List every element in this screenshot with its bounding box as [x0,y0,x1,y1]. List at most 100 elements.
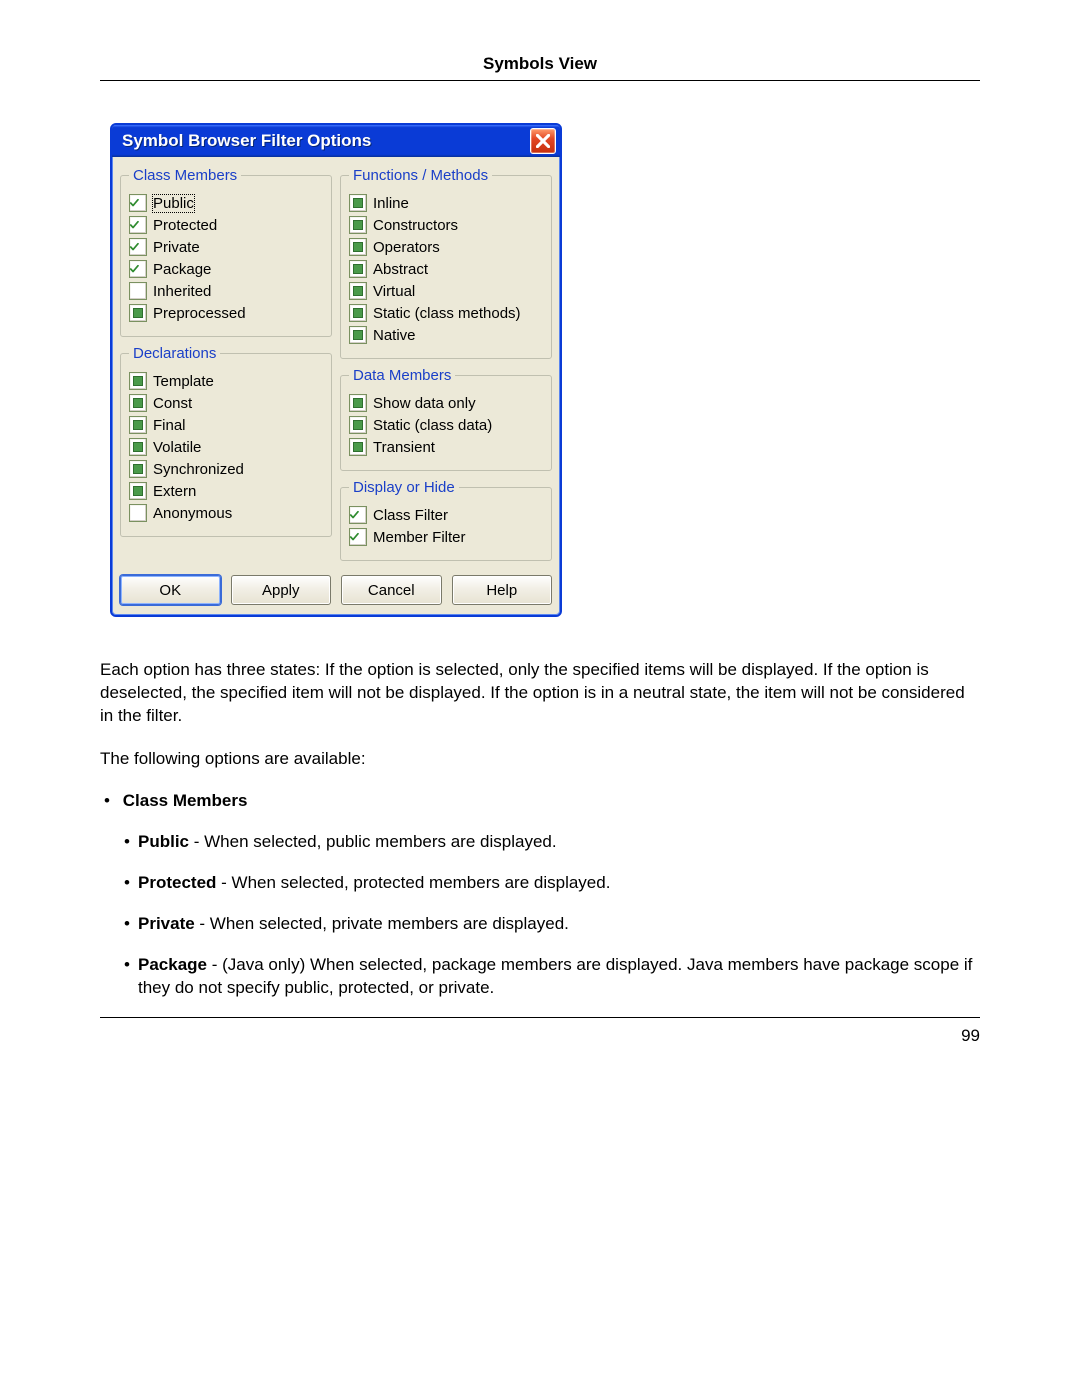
checkbox-template[interactable]: Template [129,372,323,390]
paragraph-intro: Each option has three states: If the opt… [100,659,980,728]
checkbox-label: Member Filter [373,529,466,546]
checkbox-box[interactable] [129,438,147,456]
checkbox-box[interactable] [349,194,367,212]
checkbox-box[interactable] [129,416,147,434]
options-list: Class Members Public - When selected, pu… [100,791,980,1000]
checkbox-box[interactable] [129,260,147,278]
term: Private [138,914,195,933]
checkbox-inherited[interactable]: Inherited [129,282,323,300]
checkbox-box[interactable] [129,394,147,412]
group-data-members: Data Members Show data only Static (class… [340,367,552,471]
checkbox-private[interactable]: Private [129,238,323,256]
checkbox-label: Operators [373,239,440,256]
checkbox-box[interactable] [129,482,147,500]
checkbox-volatile[interactable]: Volatile [129,438,323,456]
checkbox-show-data-only[interactable]: Show data only [349,394,543,412]
page-header: Symbols View [100,54,980,81]
group-legend: Declarations [129,345,220,362]
checkbox-anonymous[interactable]: Anonymous [129,504,323,522]
page-footer: 99 [100,1017,980,1046]
checkbox-label: Template [153,373,214,390]
checkbox-native[interactable]: Native [349,326,543,344]
checkbox-preprocessed[interactable]: Preprocessed [129,304,323,322]
close-button[interactable] [530,128,556,154]
dialog-title: Symbol Browser Filter Options [122,131,371,151]
checkbox-member-filter[interactable]: Member Filter [349,528,543,546]
checkbox-box[interactable] [129,504,147,522]
checkbox-box[interactable] [349,394,367,412]
checkbox-label: Final [153,417,186,434]
checkbox-operators[interactable]: Operators [349,238,543,256]
checkbox-label: Private [153,239,200,256]
group-declarations: Declarations Template Const Final Volatile S… [120,345,332,537]
paragraph-following: The following options are available: [100,748,980,771]
checkbox-protected[interactable]: Protected [129,216,323,234]
titlebar: Symbol Browser Filter Options [112,125,560,157]
checkbox-package[interactable]: Package [129,260,323,278]
group-legend: Class Members [129,167,241,184]
list-item: Private - When selected, private members… [138,913,980,936]
checkbox-box[interactable] [349,260,367,278]
checkbox-box[interactable] [349,528,367,546]
checkbox-label: Preprocessed [153,305,246,322]
checkbox-box[interactable] [349,506,367,524]
checkbox-label: Synchronized [153,461,244,478]
group-legend: Data Members [349,367,455,384]
checkbox-label: Constructors [373,217,458,234]
group-display: Display or Hide Class Filter Member Filte… [340,479,552,561]
checkbox-const[interactable]: Const [129,394,323,412]
term: Package [138,955,207,974]
list-item: Public - When selected, public members a… [138,831,980,854]
checkbox-final[interactable]: Final [129,416,323,434]
term: Protected [138,873,216,892]
group-legend: Display or Hide [349,479,459,496]
checkbox-synchronized[interactable]: Synchronized [129,460,323,478]
checkbox-static-class-methods-[interactable]: Static (class methods) [349,304,543,322]
checkbox-box[interactable] [129,460,147,478]
checkbox-box[interactable] [129,238,147,256]
help-button[interactable]: Help [452,575,553,605]
term: Public [138,832,189,851]
checkbox-label: Inherited [153,283,211,300]
checkbox-label: Show data only [373,395,476,412]
checkbox-label: Abstract [373,261,428,278]
checkbox-box[interactable] [349,326,367,344]
checkbox-box[interactable] [349,238,367,256]
ok-button[interactable]: OK [120,575,221,605]
checkbox-transient[interactable]: Transient [349,438,543,456]
checkbox-box[interactable] [349,304,367,322]
checkbox-box[interactable] [129,194,147,212]
checkbox-label: Public [153,195,194,212]
checkbox-box[interactable] [129,216,147,234]
checkbox-static-class-data-[interactable]: Static (class data) [349,416,543,434]
group-functions: Functions / Methods Inline Constructors Op… [340,167,552,359]
checkbox-box[interactable] [349,216,367,234]
checkbox-class-filter[interactable]: Class Filter [349,506,543,524]
list-item: Package - (Java only) When selected, pac… [138,954,980,1000]
checkbox-box[interactable] [349,282,367,300]
checkbox-label: Static (class data) [373,417,492,434]
checkbox-box[interactable] [129,372,147,390]
checkbox-label: Virtual [373,283,415,300]
checkbox-label: Static (class methods) [373,305,521,322]
cancel-button[interactable]: Cancel [341,575,442,605]
checkbox-label: Package [153,261,211,278]
checkbox-public[interactable]: Public [129,194,323,212]
checkbox-constructors[interactable]: Constructors [349,216,543,234]
list-heading-class-members: Class Members [123,791,248,810]
checkbox-label: Volatile [153,439,201,456]
group-legend: Functions / Methods [349,167,492,184]
checkbox-extern[interactable]: Extern [129,482,323,500]
apply-button[interactable]: Apply [231,575,332,605]
checkbox-abstract[interactable]: Abstract [349,260,543,278]
page-number: 99 [961,1026,980,1045]
list-item: Protected - When selected, protected mem… [138,872,980,895]
checkbox-box[interactable] [129,282,147,300]
checkbox-box[interactable] [349,416,367,434]
checkbox-inline[interactable]: Inline [349,194,543,212]
checkbox-virtual[interactable]: Virtual [349,282,543,300]
checkbox-box[interactable] [129,304,147,322]
checkbox-box[interactable] [349,438,367,456]
group-class-members: Class Members Public Protected Private Pack… [120,167,332,337]
checkbox-label: Anonymous [153,505,232,522]
